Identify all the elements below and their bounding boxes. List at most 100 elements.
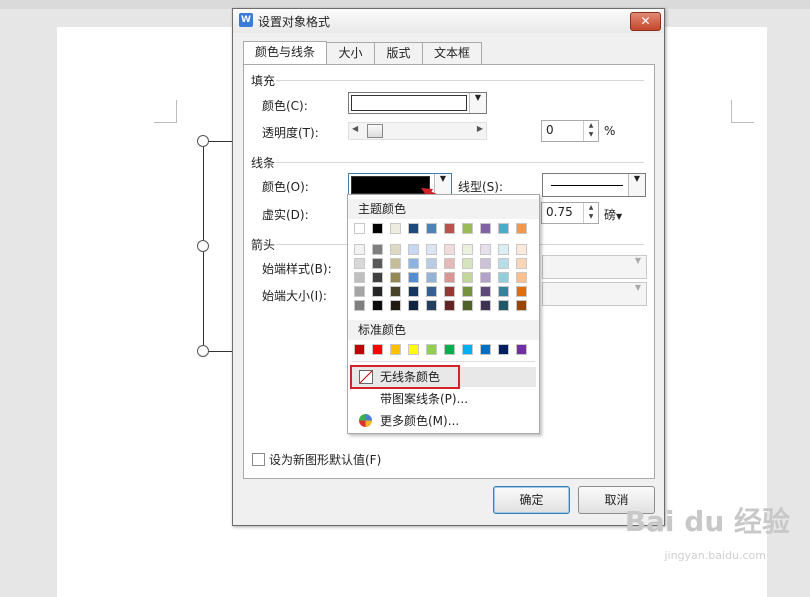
theme-shade-swatch[interactable]	[480, 272, 491, 283]
theme-shade-swatch[interactable]	[372, 286, 383, 297]
theme-shade-swatch[interactable]	[354, 300, 365, 311]
pattern-line-item[interactable]: 带图案线条(P)...	[350, 389, 536, 409]
theme-shade-swatch[interactable]	[390, 244, 401, 255]
theme-shade-swatch[interactable]	[516, 286, 527, 297]
theme-shade-swatch[interactable]	[462, 272, 473, 283]
theme-shade-swatch[interactable]	[444, 244, 455, 255]
standard-color-swatch[interactable]	[426, 344, 437, 355]
theme-shade-swatch[interactable]	[354, 258, 365, 269]
theme-shade-swatch[interactable]	[462, 258, 473, 269]
theme-shade-swatch[interactable]	[498, 300, 509, 311]
theme-shade-swatch[interactable]	[372, 300, 383, 311]
theme-shade-swatch[interactable]	[498, 244, 509, 255]
arrow-right-icon[interactable]: ▶	[477, 124, 483, 133]
spin-down-icon[interactable]: ▼	[584, 130, 598, 139]
theme-shade-swatch[interactable]	[390, 286, 401, 297]
theme-shade-swatch[interactable]	[444, 300, 455, 311]
crop-mark	[731, 122, 754, 123]
no-line-color-item[interactable]: 无线条颜色	[350, 365, 536, 389]
theme-shade-swatch[interactable]	[354, 244, 365, 255]
theme-shade-swatch[interactable]	[426, 244, 437, 255]
line-style-dropdown[interactable]: ▼	[542, 173, 646, 197]
tab-textbox[interactable]: 文本框	[422, 42, 482, 64]
standard-color-swatch[interactable]	[444, 344, 455, 355]
theme-shade-swatch[interactable]	[462, 300, 473, 311]
theme-color-swatch[interactable]	[462, 223, 473, 234]
line-weight-spinner[interactable]: 0.75 ▲ ▼	[541, 202, 599, 224]
theme-color-swatch[interactable]	[354, 223, 365, 234]
tab-colors-lines[interactable]: 颜色与线条	[243, 41, 327, 65]
standard-color-swatch[interactable]	[354, 344, 365, 355]
theme-shade-swatch[interactable]	[408, 272, 419, 283]
theme-shade-swatch[interactable]	[426, 258, 437, 269]
standard-color-swatch[interactable]	[480, 344, 491, 355]
standard-color-swatch[interactable]	[516, 344, 527, 355]
theme-color-swatch[interactable]	[516, 223, 527, 234]
theme-shade-swatch[interactable]	[372, 244, 383, 255]
theme-shade-swatch[interactable]	[462, 244, 473, 255]
tab-size[interactable]: 大小	[326, 42, 375, 64]
theme-shade-swatch[interactable]	[480, 286, 491, 297]
theme-shade-swatch[interactable]	[390, 258, 401, 269]
theme-color-swatch[interactable]	[408, 223, 419, 234]
theme-shade-swatch[interactable]	[372, 258, 383, 269]
arrow-left-icon[interactable]: ◀	[352, 124, 358, 133]
theme-color-swatch[interactable]	[390, 223, 401, 234]
weight-unit[interactable]: 磅▼	[604, 206, 622, 223]
transparency-spinner[interactable]: 0 ▲ ▼	[541, 120, 599, 142]
theme-shade-swatch[interactable]	[480, 244, 491, 255]
theme-shade-swatch[interactable]	[408, 300, 419, 311]
set-default-checkbox[interactable]	[252, 453, 265, 466]
theme-shade-swatch[interactable]	[480, 300, 491, 311]
theme-shade-swatch[interactable]	[462, 286, 473, 297]
theme-shade-swatch[interactable]	[516, 300, 527, 311]
theme-shade-swatch[interactable]	[516, 258, 527, 269]
theme-shade-swatch[interactable]	[516, 244, 527, 255]
theme-shade-swatch[interactable]	[354, 286, 365, 297]
theme-color-swatch[interactable]	[426, 223, 437, 234]
theme-shade-swatch[interactable]	[426, 300, 437, 311]
theme-shade-swatch[interactable]	[390, 300, 401, 311]
fill-color-dropdown[interactable]: ▼	[348, 92, 487, 114]
resize-handle[interactable]	[197, 345, 209, 357]
theme-color-swatch[interactable]	[444, 223, 455, 234]
theme-shade-swatch[interactable]	[372, 272, 383, 283]
standard-color-swatch[interactable]	[390, 344, 401, 355]
theme-color-swatch[interactable]	[372, 223, 383, 234]
transparency-slider[interactable]: ◀ ▶	[348, 122, 487, 140]
standard-color-swatch[interactable]	[462, 344, 473, 355]
theme-shade-swatch[interactable]	[426, 286, 437, 297]
tab-layout[interactable]: 版式	[374, 42, 423, 64]
more-colors-item[interactable]: 更多颜色(M)...	[350, 411, 536, 431]
theme-shade-swatch[interactable]	[408, 258, 419, 269]
theme-shade-swatch[interactable]	[498, 286, 509, 297]
close-button[interactable]: ✕	[630, 12, 661, 31]
standard-color-swatch[interactable]	[372, 344, 383, 355]
set-default-label: 设为新图形默认值(F)	[269, 453, 382, 467]
theme-shade-swatch[interactable]	[444, 286, 455, 297]
theme-shade-swatch[interactable]	[408, 244, 419, 255]
theme-shade-swatch[interactable]	[408, 286, 419, 297]
percent-unit: %	[604, 124, 616, 138]
theme-shade-swatch[interactable]	[480, 258, 491, 269]
theme-shade-swatch[interactable]	[498, 258, 509, 269]
theme-color-swatch[interactable]	[498, 223, 509, 234]
theme-shade-swatch[interactable]	[444, 272, 455, 283]
theme-shade-swatch[interactable]	[390, 272, 401, 283]
theme-shade-swatch[interactable]	[516, 272, 527, 283]
slider-thumb[interactable]	[367, 124, 383, 138]
standard-color-swatch[interactable]	[408, 344, 419, 355]
standard-colors-label: 标准颜色	[348, 320, 539, 340]
theme-shade-swatch[interactable]	[444, 258, 455, 269]
resize-handle[interactable]	[197, 240, 209, 252]
spin-up-icon[interactable]: ▲	[584, 121, 598, 130]
theme-shade-swatch[interactable]	[498, 272, 509, 283]
theme-color-swatch[interactable]	[480, 223, 491, 234]
theme-shade-swatch[interactable]	[354, 272, 365, 283]
spin-up-icon[interactable]: ▲	[584, 203, 598, 212]
standard-color-swatch[interactable]	[498, 344, 509, 355]
theme-shade-swatch[interactable]	[426, 272, 437, 283]
resize-handle[interactable]	[197, 135, 209, 147]
spin-down-icon[interactable]: ▼	[584, 212, 598, 221]
ok-button[interactable]: 确定	[493, 486, 570, 514]
